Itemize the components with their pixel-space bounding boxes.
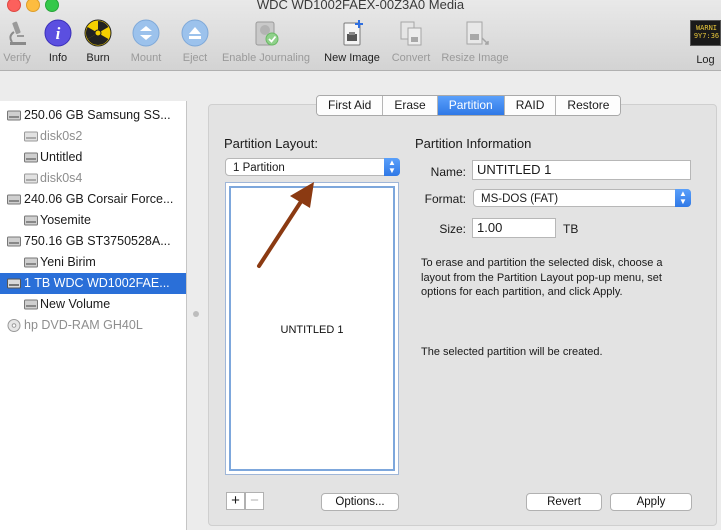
volume-item-untitled[interactable]: Untitled [0, 147, 186, 168]
tab-bar: First Aid Erase Partition RAID Restore [316, 95, 622, 116]
verify-label: Verify [3, 52, 31, 64]
mount-button[interactable]: Mount [127, 18, 165, 64]
info-icon: i [43, 18, 73, 48]
volume-label: New Volume [40, 297, 111, 311]
partition-instructions: To erase and partition the selected disk… [421, 257, 663, 298]
disk-label: 250.06 GB Samsung SS... [24, 108, 171, 122]
volume-icon [24, 152, 38, 163]
volume-icon [24, 299, 38, 310]
volume-icon [24, 215, 38, 226]
convert-icon [396, 18, 426, 48]
disk-label: 1 TB WDC WD1002FAE... [24, 276, 170, 290]
burn-icon [83, 18, 113, 48]
mount-label: Mount [130, 52, 162, 64]
tab-erase[interactable]: Erase [383, 96, 438, 115]
volume-icon [24, 173, 38, 184]
add-partition-button[interactable]: + [226, 492, 245, 510]
disk-label: hp DVD-RAM GH40L [24, 318, 143, 332]
disk-item-dvd[interactable]: hp DVD-RAM GH40L [0, 315, 186, 336]
disk-list: 250.06 GB Samsung SS... disk0s2 Untitled… [0, 101, 187, 530]
disk-label: 240.06 GB Corsair Force... [24, 192, 174, 206]
enable-journaling-label: Enable Journaling [221, 52, 311, 64]
optical-drive-icon [7, 319, 21, 332]
burn-button[interactable]: Burn [82, 18, 114, 64]
verify-button[interactable]: Verify [0, 18, 34, 64]
resize-image-label: Resize Image [441, 52, 509, 64]
format-popup[interactable]: MS-DOS (FAT) ▲ ▼ [473, 189, 691, 207]
hard-drive-icon [7, 278, 21, 289]
partition-block-label: UNTITLED 1 [280, 324, 344, 336]
partition-name-field[interactable]: UNTITLED 1 [472, 160, 691, 180]
volume-icon [24, 257, 38, 268]
volume-label: Untitled [40, 150, 83, 164]
disk-item-wdc-selected[interactable]: 1 TB WDC WD1002FAE... [0, 273, 186, 294]
mount-icon [131, 18, 161, 48]
partition-layout-popup[interactable]: 1 Partition ▲ ▼ [225, 158, 400, 176]
volume-label: Yosemite [40, 213, 91, 227]
info-label: Info [48, 52, 68, 64]
partition-layout-heading: Partition Layout: [224, 136, 318, 151]
hard-drive-icon [7, 194, 21, 205]
svg-text:i: i [56, 24, 61, 43]
burn-label: Burn [86, 52, 110, 64]
enable-journaling-button[interactable]: Enable Journaling [217, 18, 315, 64]
volume-item-yosemite[interactable]: Yosemite [0, 210, 186, 231]
tab-restore[interactable]: Restore [556, 96, 621, 115]
microscope-icon [2, 18, 32, 48]
split-view-handle[interactable] [193, 311, 199, 317]
annotation-arrow-icon [257, 182, 314, 268]
log-button[interactable]: WARNI 9Y7:36 Log [690, 18, 721, 66]
toolbar: WDC WD1002FAEX-00Z3A0 Media Verify i Inf… [0, 0, 721, 71]
tab-raid[interactable]: RAID [504, 96, 557, 115]
info-button[interactable]: i Info [43, 18, 73, 64]
volume-item-disk0s2[interactable]: disk0s2 [0, 126, 186, 147]
eject-icon [180, 18, 210, 48]
hard-drive-icon [7, 110, 21, 121]
convert-button[interactable]: Convert [388, 18, 434, 64]
name-label: Name: [430, 165, 466, 179]
partition-size-field[interactable]: 1.00 [472, 218, 556, 238]
volume-icon [24, 131, 38, 142]
format-label: Format: [424, 192, 466, 206]
convert-label: Convert [391, 52, 431, 64]
disk-item-samsung[interactable]: 250.06 GB Samsung SS... [0, 105, 186, 126]
new-image-icon [337, 18, 367, 48]
tab-partition[interactable]: Partition [437, 96, 505, 115]
new-image-button[interactable]: New Image [320, 18, 384, 64]
format-value: MS-DOS (FAT) [481, 193, 559, 205]
volume-item-yeni-birim[interactable]: Yeni Birim [0, 252, 186, 273]
disk-item-seagate[interactable]: 750.16 GB ST3750528A... [0, 231, 186, 252]
revert-button[interactable]: Revert [526, 493, 602, 511]
apply-button[interactable]: Apply [610, 493, 692, 511]
volume-label: disk0s2 [40, 129, 83, 143]
tab-first-aid[interactable]: First Aid [317, 96, 384, 115]
log-icon: WARNI 9Y7:36 [690, 20, 721, 50]
log-badge: WARNI 9Y7:36 [690, 20, 721, 46]
disk-label: 750.16 GB ST3750528A... [24, 234, 171, 248]
log-label: Log [696, 54, 715, 66]
partition-layout-value: 1 Partition [233, 162, 285, 174]
volume-item-disk0s4[interactable]: disk0s4 [0, 168, 186, 189]
remove-partition-button[interactable]: − [245, 492, 264, 510]
eject-button[interactable]: Eject [178, 18, 212, 64]
size-label: Size: [439, 222, 466, 236]
volume-item-new-volume[interactable]: New Volume [0, 294, 186, 315]
new-image-label: New Image [324, 52, 380, 64]
partition-status: The selected partition will be created. [421, 346, 603, 358]
window-title: WDC WD1002FAEX-00Z3A0 Media [256, 0, 465, 12]
resize-image-icon [460, 18, 490, 48]
volume-label: Yeni Birim [40, 255, 96, 269]
hard-drive-icon [7, 236, 21, 247]
resize-image-button[interactable]: Resize Image [438, 18, 512, 64]
disk-item-corsair[interactable]: 240.06 GB Corsair Force... [0, 189, 186, 210]
size-unit: TB [563, 222, 579, 236]
partition-info-heading: Partition Information [415, 136, 532, 151]
journaling-icon [251, 18, 281, 48]
volume-label: disk0s4 [40, 171, 83, 185]
eject-label: Eject [182, 52, 208, 64]
popup-chevrons-icon: ▲ ▼ [675, 189, 691, 207]
popup-chevrons-icon: ▲ ▼ [384, 158, 400, 176]
options-button[interactable]: Options... [321, 493, 399, 511]
